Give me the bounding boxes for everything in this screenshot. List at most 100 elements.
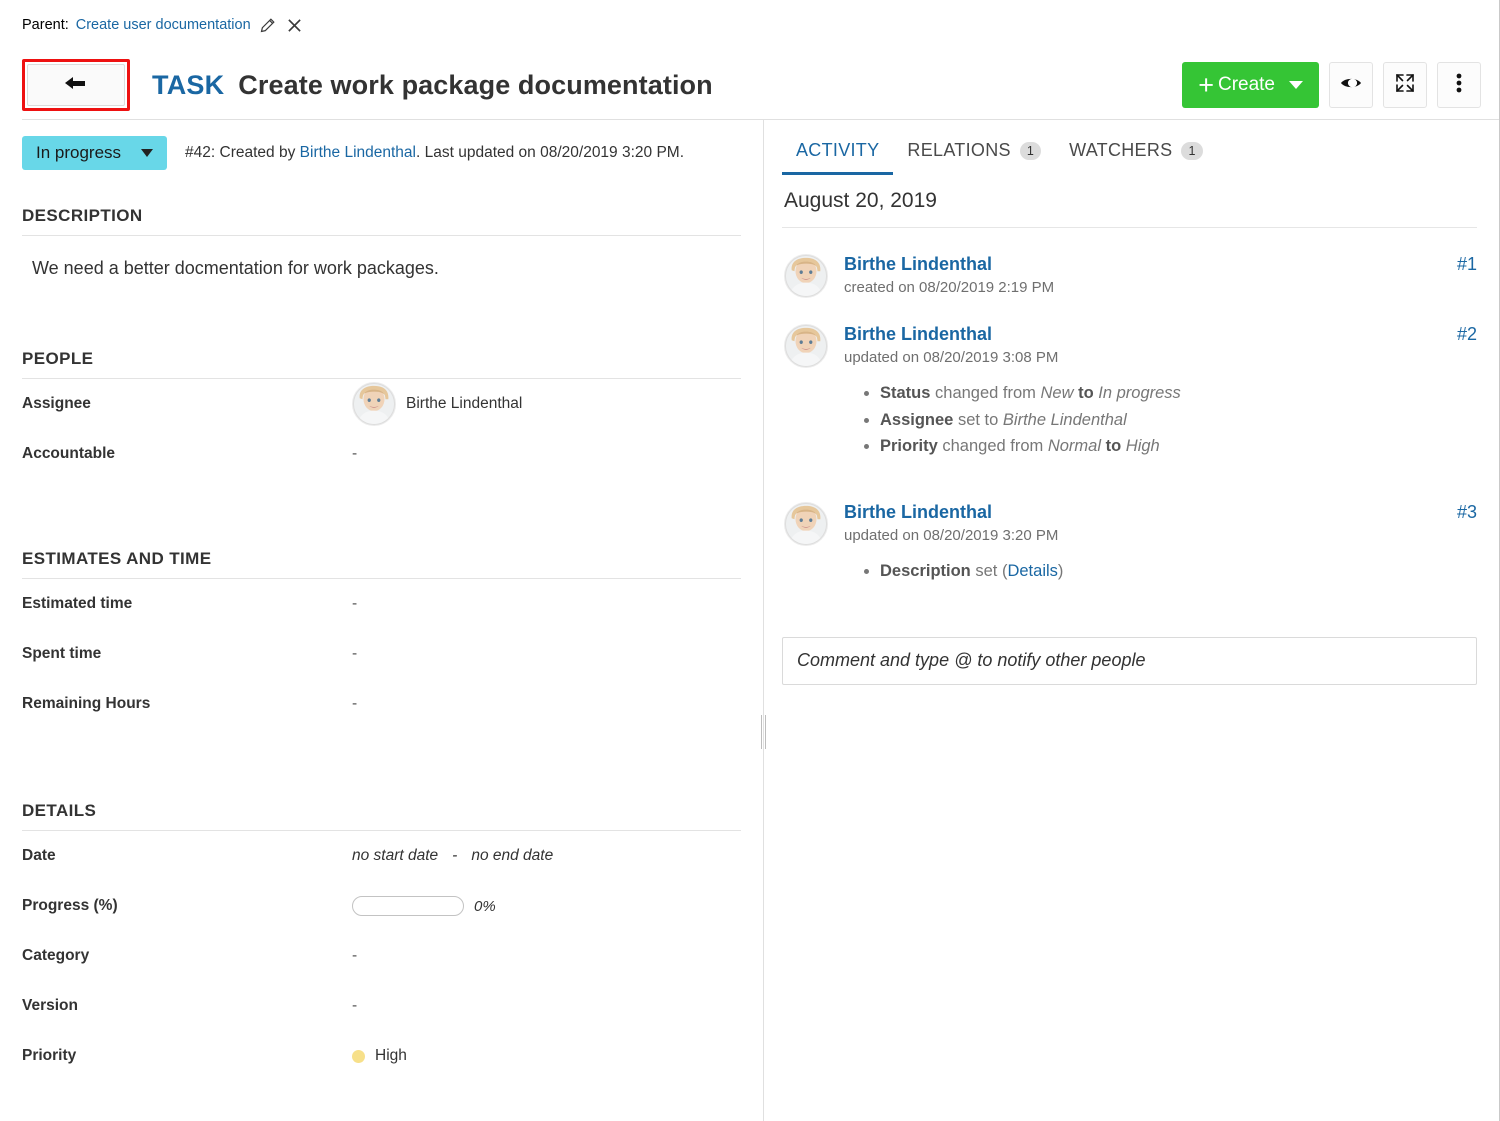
attribute-value-version[interactable]: - xyxy=(352,997,357,1015)
description-text[interactable]: We need a better docmentation for work p… xyxy=(22,236,741,279)
close-icon[interactable] xyxy=(285,15,305,35)
activity-number[interactable]: #3 xyxy=(1457,502,1477,523)
activity-changes: Status changed from New to In progress A… xyxy=(862,380,1477,460)
details-header: DETAILS xyxy=(22,801,741,831)
fullscreen-button[interactable] xyxy=(1383,62,1427,108)
back-button[interactable] xyxy=(27,64,125,106)
attribute-row-version: Version - xyxy=(22,981,741,1031)
back-button-highlight xyxy=(22,59,130,111)
activity-head: Birthe Lindenthal #2 xyxy=(844,324,1477,345)
tab-activity[interactable]: ACTIVITY xyxy=(782,140,894,175)
attribute-label-assignee: Assignee xyxy=(22,395,91,412)
change-mid: changed from xyxy=(930,384,1041,402)
change-to: Birthe Lindenthal xyxy=(1002,410,1127,429)
breadcrumb-parent-link[interactable]: Create user documentation xyxy=(76,17,251,33)
section-details: DETAILS Date no start date - no end date… xyxy=(22,801,741,1081)
tab-watchers-count: 1 xyxy=(1181,141,1203,160)
watch-button[interactable] xyxy=(1329,62,1373,108)
pane-resize-handle[interactable] xyxy=(761,715,766,749)
split-container: In progress #42: Created by Birthe Linde… xyxy=(0,120,1499,1121)
activity-timestamp: created on 08/20/2019 2:19 PM xyxy=(844,279,1055,296)
attribute-label-remaining-hours: Remaining Hours xyxy=(22,695,151,712)
activity-changes: Description set (Details) xyxy=(862,558,1477,585)
activity-head: Birthe Lindenthal #3 xyxy=(844,502,1477,523)
attribute-value-remaining-hours[interactable]: - xyxy=(352,695,357,713)
avatar-image xyxy=(784,254,828,298)
attribute-row-date: Date no start date - no end date xyxy=(22,831,741,881)
attribute-value-category[interactable]: - xyxy=(352,947,357,965)
header-actions: + Create xyxy=(1182,62,1481,108)
activity-change-item: Priority changed from Normal to High xyxy=(880,433,1190,460)
attribute-value-accountable[interactable]: - xyxy=(352,445,357,463)
activity-number[interactable]: #2 xyxy=(1457,324,1477,345)
create-button[interactable]: + Create xyxy=(1182,62,1319,108)
attribute-label-accountable: Accountable xyxy=(22,445,116,462)
change-to: In progress xyxy=(1098,384,1181,402)
progress-bar[interactable] xyxy=(352,896,464,916)
attribute-value-date[interactable]: no start date - no end date xyxy=(352,847,553,865)
change-from: New xyxy=(1040,384,1074,402)
change-mid: set ( xyxy=(970,562,1008,581)
assignee-name: Birthe Lindenthal xyxy=(406,395,523,412)
activity-pane: ACTIVITY RELATIONS 1 WATCHERS 1 August 2… xyxy=(764,120,1499,1121)
more-menu-button[interactable] xyxy=(1437,62,1481,108)
pencil-icon[interactable] xyxy=(258,15,278,35)
avatar xyxy=(352,382,396,426)
attribute-row-progress: Progress (%) 0% xyxy=(22,881,741,931)
breadcrumb-label: Parent: xyxy=(22,17,69,33)
activity-timestamp: updated on 08/20/2019 3:20 PM xyxy=(844,527,1059,545)
people-header: PEOPLE xyxy=(22,349,741,379)
attribute-label-estimated-time: Estimated time xyxy=(22,595,133,612)
tab-watchers[interactable]: WATCHERS 1 xyxy=(1055,140,1217,175)
activity-change-item: Assignee set to Birthe Lindenthal xyxy=(880,407,1190,434)
estimates-header: ESTIMATES AND TIME xyxy=(22,549,741,579)
status-value: In progress xyxy=(36,143,122,162)
status-dropdown[interactable]: In progress xyxy=(22,136,168,170)
meta-prefix: #42: Created by xyxy=(185,144,300,161)
meta-suffix: . Last updated on 08/20/2019 3:20 PM. xyxy=(416,144,685,161)
tab-watchers-label: WATCHERS xyxy=(1069,140,1173,160)
attribute-row-priority: Priority High xyxy=(22,1031,741,1081)
activity-user-link[interactable]: Birthe Lindenthal xyxy=(844,324,992,345)
change-mid: changed from xyxy=(937,437,1048,456)
section-people: PEOPLE Assignee Birthe Lindenthal Accoun… xyxy=(22,349,741,479)
change-from: Normal xyxy=(1047,437,1102,456)
attribute-row-spent-time: Spent time - xyxy=(22,629,741,679)
activity-number[interactable]: #1 xyxy=(1457,254,1477,275)
activity-body: Birthe Lindenthal #2 updated on 08/20/20… xyxy=(844,324,1477,460)
attribute-row-assignee: Assignee Birthe Lindenthal xyxy=(22,379,741,429)
section-estimates: ESTIMATES AND TIME Estimated time - Spen… xyxy=(22,549,741,729)
attribute-value-assignee[interactable]: Birthe Lindenthal xyxy=(352,382,522,426)
chevron-down-icon xyxy=(1289,81,1303,89)
change-details-link[interactable]: Details xyxy=(1007,562,1057,580)
avatar xyxy=(784,254,828,298)
attribute-value-spent-time[interactable]: - xyxy=(352,645,357,663)
fullscreen-icon xyxy=(1394,72,1416,99)
priority-value: High xyxy=(375,1047,407,1064)
priority-dot-icon xyxy=(352,1049,365,1063)
work-package-details-pane: In progress #42: Created by Birthe Linde… xyxy=(0,120,763,1121)
change-field: Status xyxy=(880,384,931,402)
activity-body: Birthe Lindenthal #1 created on 08/20/20… xyxy=(844,254,1477,298)
attribute-value-progress[interactable]: 0% xyxy=(352,896,496,916)
attribute-label-priority: Priority xyxy=(22,1047,77,1064)
date-range: no start date - no end date xyxy=(352,847,553,865)
change-field: Description xyxy=(880,562,971,581)
attribute-value-estimated-time[interactable]: - xyxy=(352,595,357,613)
attribute-label-progress: Progress (%) xyxy=(22,897,118,914)
attribute-label-version: Version xyxy=(22,997,78,1014)
tab-relations[interactable]: RELATIONS 1 xyxy=(893,140,1055,175)
activity-user-link[interactable]: Birthe Lindenthal xyxy=(844,254,992,275)
status-row: In progress #42: Created by Birthe Linde… xyxy=(22,120,741,170)
date-separator: - xyxy=(452,847,458,864)
section-title-details: DETAILS xyxy=(22,801,97,820)
activity-user-link[interactable]: Birthe Lindenthal xyxy=(844,502,992,523)
comment-placeholder: Comment and type @ to notify other peopl… xyxy=(797,650,1146,671)
attribute-value-priority[interactable]: High xyxy=(352,1047,407,1065)
start-date: no start date xyxy=(352,847,439,864)
comment-input[interactable]: Comment and type @ to notify other peopl… xyxy=(782,636,1477,685)
section-title-description: DESCRIPTION xyxy=(22,206,143,225)
more-vertical-icon xyxy=(1456,72,1462,99)
eye-icon xyxy=(1339,75,1363,96)
meta-author-link[interactable]: Birthe Lindenthal xyxy=(300,144,416,161)
